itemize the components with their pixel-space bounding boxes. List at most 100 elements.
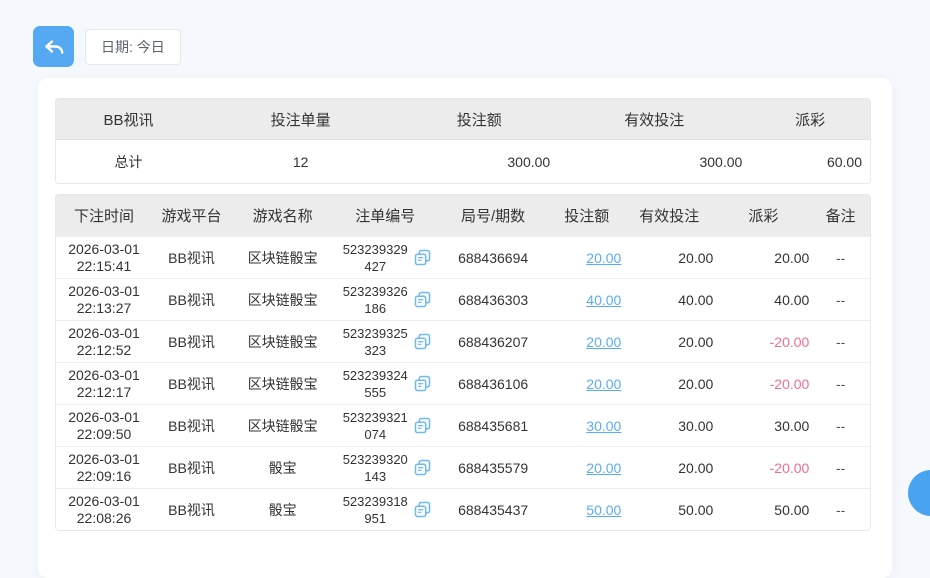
table-row: 2026-03-01 22:12:52 BB视讯 区块链骰宝 523239325…: [56, 320, 870, 362]
copy-order-id-button[interactable]: [414, 375, 431, 392]
valid-bet-cell: 40.00: [623, 278, 716, 320]
bet-amount-cell: 40.00: [550, 278, 624, 320]
remark-cell: --: [811, 362, 870, 404]
bet-time-cell: 2026-03-01 22:15:41: [56, 236, 153, 278]
game-name-cell: 骰宝: [231, 488, 335, 530]
summary-table: BB视讯 投注单量 投注额 有效投注 派彩 总计 12 300.00 300.0…: [55, 98, 871, 184]
bet-date: 2026-03-01: [68, 492, 140, 509]
bet-amount-link[interactable]: 20.00: [586, 334, 621, 350]
copy-icon: [415, 291, 431, 308]
detail-header-row: 下注时间 游戏平台 游戏名称 注单编号 局号/期数 投注额 有效投注 派彩 备注: [56, 195, 870, 236]
order-id: 523239320 143: [342, 451, 408, 484]
bet-amount-link[interactable]: 20.00: [586, 250, 621, 266]
copy-order-id-button[interactable]: [414, 459, 431, 476]
summary-header-valid-bet: 有效投注: [558, 99, 751, 140]
game-platform-cell: BB视讯: [152, 446, 231, 488]
back-button[interactable]: [33, 26, 74, 67]
copy-order-id-button[interactable]: [414, 333, 431, 350]
summary-total-bet-amount: 300.00: [400, 140, 559, 183]
summary-total-label: 总计: [56, 140, 201, 183]
remark-cell: --: [811, 236, 870, 278]
payout-cell: 20.00: [715, 236, 812, 278]
bet-time: 22:08:26: [76, 509, 132, 526]
payout-cell: 50.00: [715, 488, 812, 530]
order-id-cell: 523239325 323: [334, 320, 437, 362]
round-number-cell: 688435579: [436, 446, 551, 488]
bet-time: 22:15:41: [76, 257, 132, 274]
bet-amount-link[interactable]: 20.00: [586, 460, 621, 476]
bet-amount-link[interactable]: 20.00: [586, 376, 621, 392]
floating-action-button[interactable]: [908, 470, 930, 516]
bet-time: 22:12:52: [76, 341, 132, 358]
game-name-cell: 区块链骰宝: [231, 404, 335, 446]
valid-bet-cell: 20.00: [623, 446, 716, 488]
table-row: 2026-03-01 22:09:50 BB视讯 区块链骰宝 523239321…: [56, 404, 870, 446]
bet-date: 2026-03-01: [68, 408, 140, 425]
copy-order-id-button[interactable]: [414, 417, 431, 434]
game-name-cell: 骰宝: [231, 446, 335, 488]
bet-time-cell: 2026-03-01 22:12:52: [56, 320, 153, 362]
copy-icon: [415, 417, 431, 434]
copy-icon: [415, 375, 431, 392]
order-id: 523239318 951: [342, 493, 408, 526]
header-game-name: 游戏名称: [231, 195, 335, 236]
game-name-cell: 区块链骰宝: [231, 320, 335, 362]
summary-total-valid-bet: 300.00: [558, 140, 751, 183]
game-platform-cell: BB视讯: [152, 362, 231, 404]
bet-time: 22:13:27: [76, 299, 132, 316]
table-row: 2026-03-01 22:13:27 BB视讯 区块链骰宝 523239326…: [56, 278, 870, 320]
bet-amount-link[interactable]: 50.00: [586, 502, 621, 518]
payout-cell: 30.00: [715, 404, 812, 446]
bet-time: 22:12:17: [76, 383, 132, 400]
bet-time-cell: 2026-03-01 22:09:16: [56, 446, 153, 488]
bet-date: 2026-03-01: [68, 366, 140, 383]
order-id-cell: 523239318 951: [334, 488, 437, 530]
game-name-cell: 区块链骰宝: [231, 236, 335, 278]
game-platform-cell: BB视讯: [152, 404, 231, 446]
game-platform-cell: BB视讯: [152, 278, 231, 320]
payout-cell: -20.00: [715, 320, 812, 362]
summary-total-row: 总计 12 300.00 300.00 60.00: [56, 140, 870, 183]
order-id: 523239326 186: [342, 283, 408, 316]
date-filter[interactable]: 日期: 今日: [85, 29, 181, 65]
valid-bet-cell: 20.00: [623, 236, 716, 278]
copy-order-id-button[interactable]: [414, 291, 431, 308]
order-id-cell: 523239321 074: [334, 404, 437, 446]
bet-records-table: 下注时间 游戏平台 游戏名称 注单编号 局号/期数 投注额 有效投注 派彩 备注…: [55, 194, 871, 531]
bet-time-cell: 2026-03-01 22:09:50: [56, 404, 153, 446]
bet-amount-cell: 20.00: [550, 446, 624, 488]
header-remark: 备注: [811, 195, 870, 236]
copy-icon: [415, 459, 431, 476]
bet-time: 22:09:50: [76, 425, 132, 442]
summary-total-count: 12: [200, 140, 401, 183]
summary-header-platform: BB视讯: [56, 99, 201, 140]
report-card: BB视讯 投注单量 投注额 有效投注 派彩 总计 12 300.00 300.0…: [38, 78, 892, 578]
remark-cell: --: [811, 278, 870, 320]
bet-time-cell: 2026-03-01 22:08:26: [56, 488, 153, 530]
bet-amount-cell: 20.00: [550, 320, 624, 362]
order-id-cell: 523239329 427: [334, 236, 437, 278]
copy-order-id-button[interactable]: [414, 249, 431, 266]
bet-time: 22:09:16: [76, 467, 132, 484]
game-name-cell: 区块链骰宝: [231, 278, 335, 320]
bet-amount-link[interactable]: 40.00: [586, 292, 621, 308]
order-id: 523239329 427: [342, 241, 408, 274]
game-platform-cell: BB视讯: [152, 236, 231, 278]
round-number-cell: 688436106: [436, 362, 551, 404]
table-row: 2026-03-01 22:15:41 BB视讯 区块链骰宝 523239329…: [56, 236, 870, 278]
bet-time-cell: 2026-03-01 22:13:27: [56, 278, 153, 320]
copy-icon: [415, 501, 431, 518]
copy-order-id-button[interactable]: [414, 501, 431, 518]
summary-header-bet-amount: 投注额: [400, 99, 559, 140]
date-filter-label: 日期: 今日: [101, 39, 165, 55]
summary-header-bet-count: 投注单量: [200, 99, 401, 140]
game-name-cell: 区块链骰宝: [231, 362, 335, 404]
round-number-cell: 688435681: [436, 404, 551, 446]
round-number-cell: 688436303: [436, 278, 551, 320]
header-bet-time: 下注时间: [56, 195, 153, 236]
bet-amount-link[interactable]: 30.00: [586, 418, 621, 434]
header-payout: 派彩: [715, 195, 812, 236]
game-platform-cell: BB视讯: [152, 320, 231, 362]
summary-header-payout: 派彩: [750, 99, 870, 140]
summary-total-payout: 60.00: [750, 140, 870, 183]
